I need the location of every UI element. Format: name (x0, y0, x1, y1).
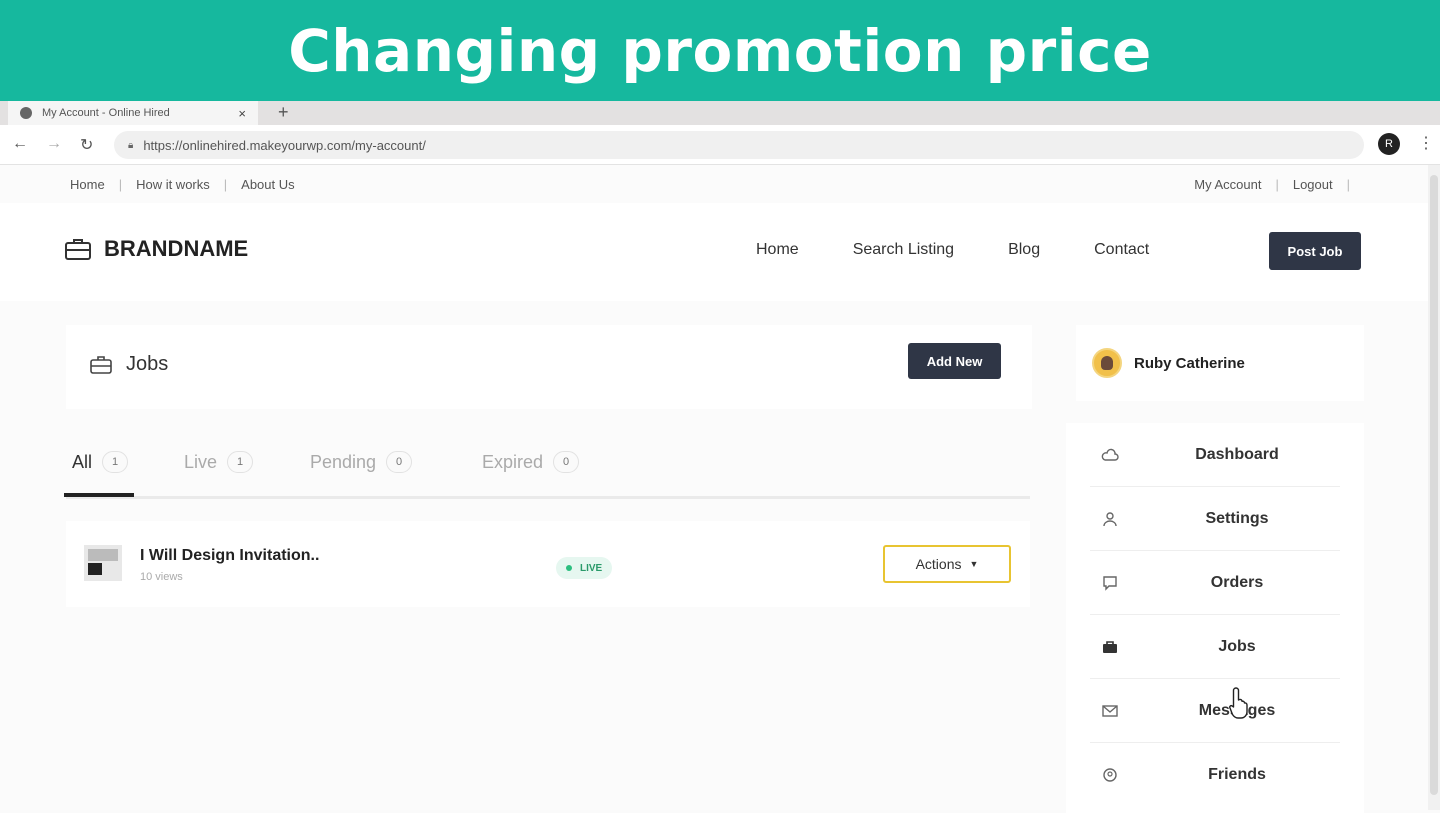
website: Home | How it works | About Us My Accoun… (0, 165, 1440, 813)
add-new-button[interactable]: Add New (908, 343, 1001, 379)
sidebar-item-jobs[interactable]: Jobs (1090, 615, 1340, 679)
forward-arrow-icon[interactable]: → (46, 135, 62, 153)
banner-title: Changing promotion price (288, 16, 1152, 85)
reload-icon[interactable]: ↻ (80, 135, 93, 155)
tab-label: Live (184, 451, 218, 472)
sidebar-item-messages[interactable]: Messages (1090, 679, 1340, 743)
user-name: Ruby Catherine (1134, 354, 1245, 372)
job-views: 10 views (140, 571, 183, 583)
job-row: I Will Design Invitation.. 10 views LIVE… (66, 521, 1030, 607)
tab-count-badge: 1 (227, 451, 254, 473)
user-card: Ruby Catherine (1076, 325, 1364, 401)
tab-label: All (72, 451, 93, 472)
actions-label: Actions (915, 556, 962, 572)
browser-tabstrip: My Account - Online Hired × + (0, 101, 1440, 125)
sidebar-item-label: Settings (1205, 509, 1269, 527)
nav-home[interactable]: Home (756, 241, 799, 259)
briefcase-logo-icon (65, 239, 91, 260)
tab-count-badge: 0 (553, 451, 580, 473)
browser-menu-icon[interactable]: ⋮ (1418, 133, 1434, 153)
sidebar-item-label: Messages (1090, 702, 1340, 720)
sidebar-item-label: Dashboard (1195, 445, 1279, 463)
page-scrollbar[interactable] (1428, 165, 1440, 810)
job-status-tabs: All 1 Live 1 Pending 0 Expired 0 (64, 445, 1030, 499)
close-tab-icon[interactable]: × (238, 106, 246, 121)
active-tab-indicator (64, 493, 134, 497)
utility-nav: Home | How it works | About Us My Accoun… (70, 176, 1350, 192)
browser-tab[interactable]: My Account - Online Hired × (8, 101, 258, 125)
briefcase-icon (90, 355, 112, 374)
util-link-logout[interactable]: Logout (1293, 177, 1333, 192)
sidebar-item-friends[interactable]: Friends (1090, 743, 1340, 807)
avatar[interactable] (1092, 348, 1122, 378)
tab-label: Pending (310, 451, 377, 472)
main-nav: BRANDNAME Home Search Listing Blog Conta… (0, 203, 1428, 301)
sidebar-item-label: Jobs (1218, 637, 1256, 655)
nav-search-listing[interactable]: Search Listing (853, 241, 954, 259)
profile-avatar[interactable]: R (1378, 133, 1400, 155)
new-tab-icon[interactable]: + (278, 101, 289, 123)
tab-count-badge: 1 (102, 451, 129, 473)
status-text: LIVE (580, 562, 603, 574)
tab-pending[interactable]: Pending 0 (310, 451, 413, 473)
nav-contact[interactable]: Contact (1094, 241, 1149, 259)
brand-name: BRANDNAME (104, 236, 249, 261)
tab-all[interactable]: All 1 (72, 451, 129, 473)
brand-logo[interactable]: BRANDNAME (64, 236, 248, 262)
tab-count-badge: 0 (386, 451, 413, 473)
account-sidebar: Dashboard Settings Orders Jobs Messages … (1066, 423, 1364, 813)
util-link-my-account[interactable]: My Account (1194, 177, 1261, 192)
status-badge: LIVE (556, 557, 613, 579)
util-link-about-us[interactable]: About Us (241, 177, 294, 192)
sidebar-item-settings[interactable]: Settings (1090, 487, 1340, 551)
sidebar-item-dashboard[interactable]: Dashboard (1090, 423, 1340, 487)
sidebar-item-orders[interactable]: Orders (1090, 551, 1340, 615)
job-title[interactable]: I Will Design Invitation.. (140, 547, 319, 565)
title-banner: Changing promotion price (0, 0, 1440, 101)
caret-down-icon: ▼ (969, 559, 979, 569)
util-link-how-it-works[interactable]: How it works (136, 177, 210, 192)
sidebar-item-label: Friends (1208, 766, 1266, 783)
sidebar-item-label: Orders (1210, 573, 1264, 591)
util-link-home[interactable]: Home (70, 177, 105, 192)
page-title: Jobs (126, 353, 169, 375)
hand-cursor-icon (1229, 687, 1248, 719)
live-dot-icon (566, 565, 572, 571)
tab-label: Expired (482, 451, 544, 472)
site-favicon-icon (20, 107, 32, 119)
post-job-button[interactable]: Post Job (1269, 232, 1361, 270)
browser-toolbar: ← → ↻ 🔒︎ https://onlinehired.makeyourwp.… (0, 125, 1440, 165)
scrollbar-thumb[interactable] (1430, 175, 1438, 795)
address-url: https://onlinehired.makeyourwp.com/my-ac… (143, 137, 426, 153)
lock-icon: 🔒︎ (128, 139, 134, 151)
actions-dropdown[interactable]: Actions ▼ (883, 545, 1011, 583)
nav-blog[interactable]: Blog (1008, 241, 1040, 259)
job-thumbnail[interactable] (84, 545, 122, 581)
jobs-header-card: Jobs Add New (66, 325, 1032, 409)
address-bar[interactable]: 🔒︎ https://onlinehired.makeyourwp.com/my… (114, 131, 1364, 159)
browser-tab-title: My Account - Online Hired (42, 107, 170, 119)
tab-expired[interactable]: Expired 0 (482, 451, 580, 473)
tab-live[interactable]: Live 1 (184, 451, 254, 473)
back-arrow-icon[interactable]: ← (12, 135, 28, 153)
